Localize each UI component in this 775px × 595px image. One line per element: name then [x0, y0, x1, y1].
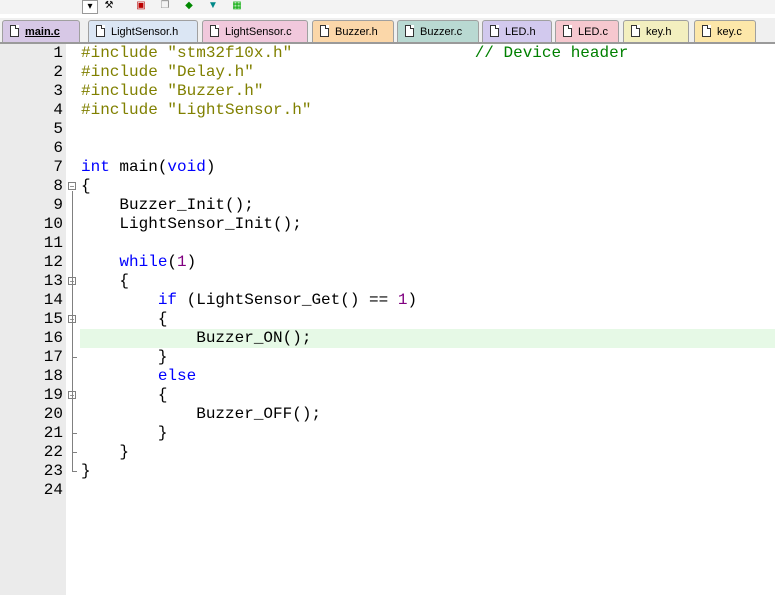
tab-label: Buzzer.h	[335, 26, 378, 38]
code-line[interactable]: #include "Delay.h"	[81, 63, 254, 82]
line-number: 20	[43, 405, 63, 423]
file-icon	[96, 25, 105, 37]
file-icon	[10, 25, 19, 37]
fold-toggle-icon[interactable]: −	[68, 182, 76, 191]
line-number: 16	[43, 329, 63, 347]
tab-label: Buzzer.c	[420, 26, 463, 38]
code-line[interactable]: #include "LightSensor.h"	[81, 101, 311, 120]
tab-label: LED.h	[505, 26, 536, 38]
tab-lightsensor-h[interactable]: LightSensor.h	[88, 20, 198, 42]
file-icon	[702, 25, 711, 37]
code-line[interactable]: if (LightSensor_Get() == 1)	[81, 291, 417, 310]
tab-label: key.c	[717, 26, 742, 38]
copy-icon[interactable]: ❐	[158, 0, 172, 12]
code-line[interactable]: Buzzer_ON();	[81, 329, 311, 348]
fold-end-marker	[72, 433, 77, 434]
download-icon[interactable]: ◆	[182, 0, 196, 12]
tab-label: key.h	[646, 26, 672, 38]
load-icon[interactable]: ▣	[134, 0, 148, 12]
code-line[interactable]: }	[81, 424, 168, 443]
line-number: 17	[43, 348, 63, 366]
line-number: 21	[43, 424, 63, 442]
code-line[interactable]: #include "Buzzer.h"	[81, 82, 263, 101]
line-number: 11	[43, 234, 63, 252]
tab-led-h[interactable]: LED.h	[482, 20, 552, 42]
code-line[interactable]: LightSensor_Init();	[81, 215, 301, 234]
file-icon	[490, 25, 499, 37]
toolbar: ▾ ⚒ ▣ ❐ ◆ ▼ ▦	[0, 0, 775, 14]
code-line[interactable]: #include "stm32f10x.h" // Device header	[81, 44, 628, 63]
line-number: 6	[53, 139, 63, 157]
tab-lightsensor-c[interactable]: LightSensor.c	[202, 20, 308, 42]
tab-led-c[interactable]: LED.c	[555, 20, 619, 42]
line-number: 7	[53, 158, 63, 176]
file-icon	[631, 25, 640, 37]
line-number: 9	[53, 196, 63, 214]
code-line[interactable]: {	[81, 272, 129, 291]
file-icon	[210, 25, 219, 37]
code-line[interactable]: int main(void)	[81, 158, 215, 177]
code-line[interactable]: }	[81, 462, 91, 481]
code-line[interactable]: }	[81, 443, 129, 462]
code-line[interactable]: Buzzer_OFF();	[81, 405, 321, 424]
file-icon	[405, 25, 414, 37]
tab-main-c[interactable]: main.c	[2, 20, 80, 42]
code-line[interactable]: while(1)	[81, 253, 196, 272]
line-number: 19	[43, 386, 63, 404]
line-number: 2	[53, 63, 63, 81]
line-number: 24	[43, 481, 63, 499]
tab-key-c[interactable]: key.c	[694, 20, 756, 42]
line-number: 14	[43, 291, 63, 309]
tools-icon[interactable]: ⚒	[102, 0, 116, 12]
line-number: 10	[43, 215, 63, 233]
line-number: 4	[53, 101, 63, 119]
tab-key-h[interactable]: key.h	[623, 20, 689, 42]
code-line[interactable]: {	[81, 310, 168, 329]
line-number: 3	[53, 82, 63, 100]
file-icon	[320, 25, 329, 37]
fold-end-marker	[72, 471, 77, 472]
line-number: 22	[43, 443, 63, 461]
fold-end-marker	[72, 452, 77, 453]
fold-guide	[72, 324, 73, 357]
tab-buzzer-h[interactable]: Buzzer.h	[312, 20, 394, 42]
line-number: 5	[53, 120, 63, 138]
code-line[interactable]: }	[81, 348, 168, 367]
line-number: 23	[43, 462, 63, 480]
file-icon	[563, 25, 572, 37]
line-number: 1	[53, 44, 63, 62]
code-line[interactable]: {	[81, 177, 91, 196]
dropdown-icon[interactable]: ▾	[82, 0, 98, 14]
tab-buzzer-c[interactable]: Buzzer.c	[397, 20, 479, 42]
line-number: 13	[43, 272, 63, 290]
run-icon[interactable]: ▦	[230, 0, 244, 12]
line-number: 15	[43, 310, 63, 328]
code-line[interactable]: {	[81, 386, 168, 405]
code-line[interactable]: Buzzer_Init();	[81, 196, 253, 215]
tab-label: LightSensor.c	[225, 26, 292, 38]
fold-guide	[72, 400, 73, 433]
line-number: 8	[53, 177, 63, 195]
code-editor[interactable]	[80, 44, 775, 595]
file-tab-bar: main.c LightSensor.h LightSensor.c Buzzer.h…	[0, 18, 775, 44]
tab-label: LightSensor.h	[111, 26, 179, 38]
verify-icon[interactable]: ▼	[206, 0, 220, 12]
line-number: 18	[43, 367, 63, 385]
tab-label: main.c	[25, 26, 60, 38]
tab-label: LED.c	[578, 26, 608, 38]
code-line[interactable]: else	[81, 367, 196, 386]
fold-end-marker	[72, 357, 77, 358]
line-number: 12	[43, 253, 63, 271]
